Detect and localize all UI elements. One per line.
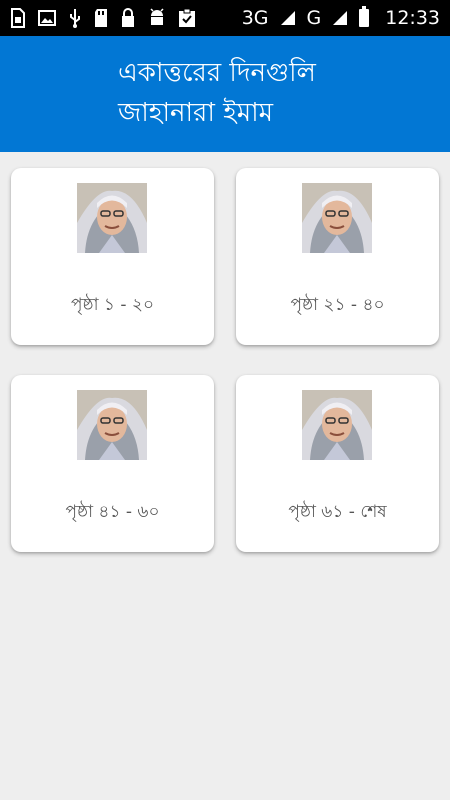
book-title: একাত্তরের দিনগুলি bbox=[118, 58, 316, 88]
status-icons-right: 3G G 12:33 bbox=[241, 6, 440, 29]
book-author: জাহানারা ইমাম bbox=[118, 98, 274, 128]
image-icon bbox=[38, 10, 56, 26]
android-icon bbox=[150, 8, 164, 25]
chapter-card-1[interactable]: পৃষ্ঠা ১ - ২০ bbox=[11, 168, 214, 345]
author-photo-icon bbox=[302, 390, 372, 460]
chapter-card-2[interactable]: পৃষ্ঠা ২১ - ৪০ bbox=[236, 168, 439, 345]
app-header: একাত্তরের দিনগুলি জাহানারা ইমাম bbox=[0, 36, 450, 152]
chapter-card-4[interactable]: পৃষ্ঠা ৬১ - শেষ bbox=[236, 375, 439, 552]
chapter-card-label: পৃষ্ঠা ২১ - ৪০ bbox=[290, 295, 385, 315]
lock-icon bbox=[122, 8, 134, 27]
sd-card-icon bbox=[95, 9, 107, 27]
status-bar: 3G G 12:33 bbox=[0, 0, 450, 36]
signal-2-icon bbox=[333, 11, 348, 25]
author-photo-icon bbox=[77, 183, 147, 253]
chapter-card-3[interactable]: পৃষ্ঠা ৪১ - ৬০ bbox=[11, 375, 214, 552]
status-icons-left bbox=[10, 8, 196, 28]
signal-icon bbox=[280, 11, 295, 25]
usb-icon bbox=[70, 9, 80, 28]
chapter-card-label: পৃষ্ঠা ৪১ - ৬০ bbox=[65, 502, 160, 522]
clipboard-check-icon bbox=[179, 8, 195, 27]
network-type-label: 3G bbox=[241, 7, 269, 29]
clock: 12:33 bbox=[385, 7, 440, 29]
battery-icon bbox=[359, 6, 370, 27]
chapter-card-label: পৃষ্ঠা ১ - ২০ bbox=[70, 295, 155, 315]
author-photo-icon bbox=[302, 183, 372, 253]
chapter-card-label: পৃষ্ঠা ৬১ - শেষ bbox=[288, 502, 387, 522]
network2-type-label: G bbox=[306, 7, 322, 29]
author-photo-icon bbox=[77, 390, 147, 460]
sim-icon bbox=[11, 8, 25, 28]
